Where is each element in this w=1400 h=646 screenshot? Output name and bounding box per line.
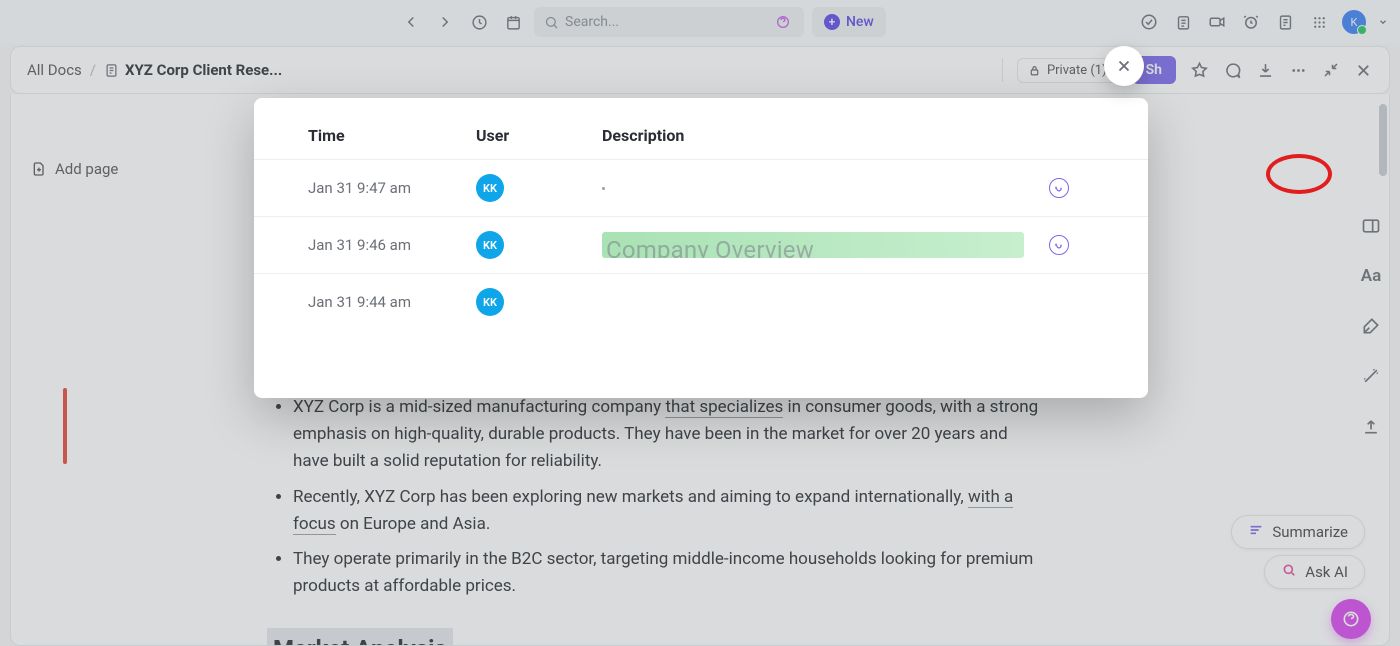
history-user-avatar: KK <box>476 288 504 316</box>
history-time: Jan 31 9:46 am <box>308 236 476 254</box>
history-row: Jan 31 9:46 am KK Company Overview <box>254 217 1148 274</box>
history-user-avatar: KK <box>476 231 504 259</box>
close-icon <box>1115 57 1133 75</box>
history-user-avatar: KK <box>476 174 504 202</box>
history-desc-preview: Company Overview <box>602 232 1024 258</box>
history-time: Jan 31 9:44 am <box>308 293 476 311</box>
history-modal: Time User Description Jan 31 9:47 am KK … <box>254 98 1148 398</box>
history-table-header: Time User Description <box>254 126 1148 160</box>
history-row: Jan 31 9:47 am KK Company Overview <box>254 160 1148 217</box>
revert-button[interactable] <box>1049 178 1069 198</box>
history-row: Jan 31 9:44 am KK <box>254 274 1148 330</box>
col-user: User <box>476 126 602 145</box>
change-dot <box>602 187 605 190</box>
col-desc: Description <box>602 126 1024 145</box>
modal-close-button[interactable] <box>1104 46 1144 86</box>
history-time: Jan 31 9:47 am <box>308 179 476 197</box>
revert-button[interactable] <box>1049 235 1069 255</box>
col-time: Time <box>308 126 476 145</box>
